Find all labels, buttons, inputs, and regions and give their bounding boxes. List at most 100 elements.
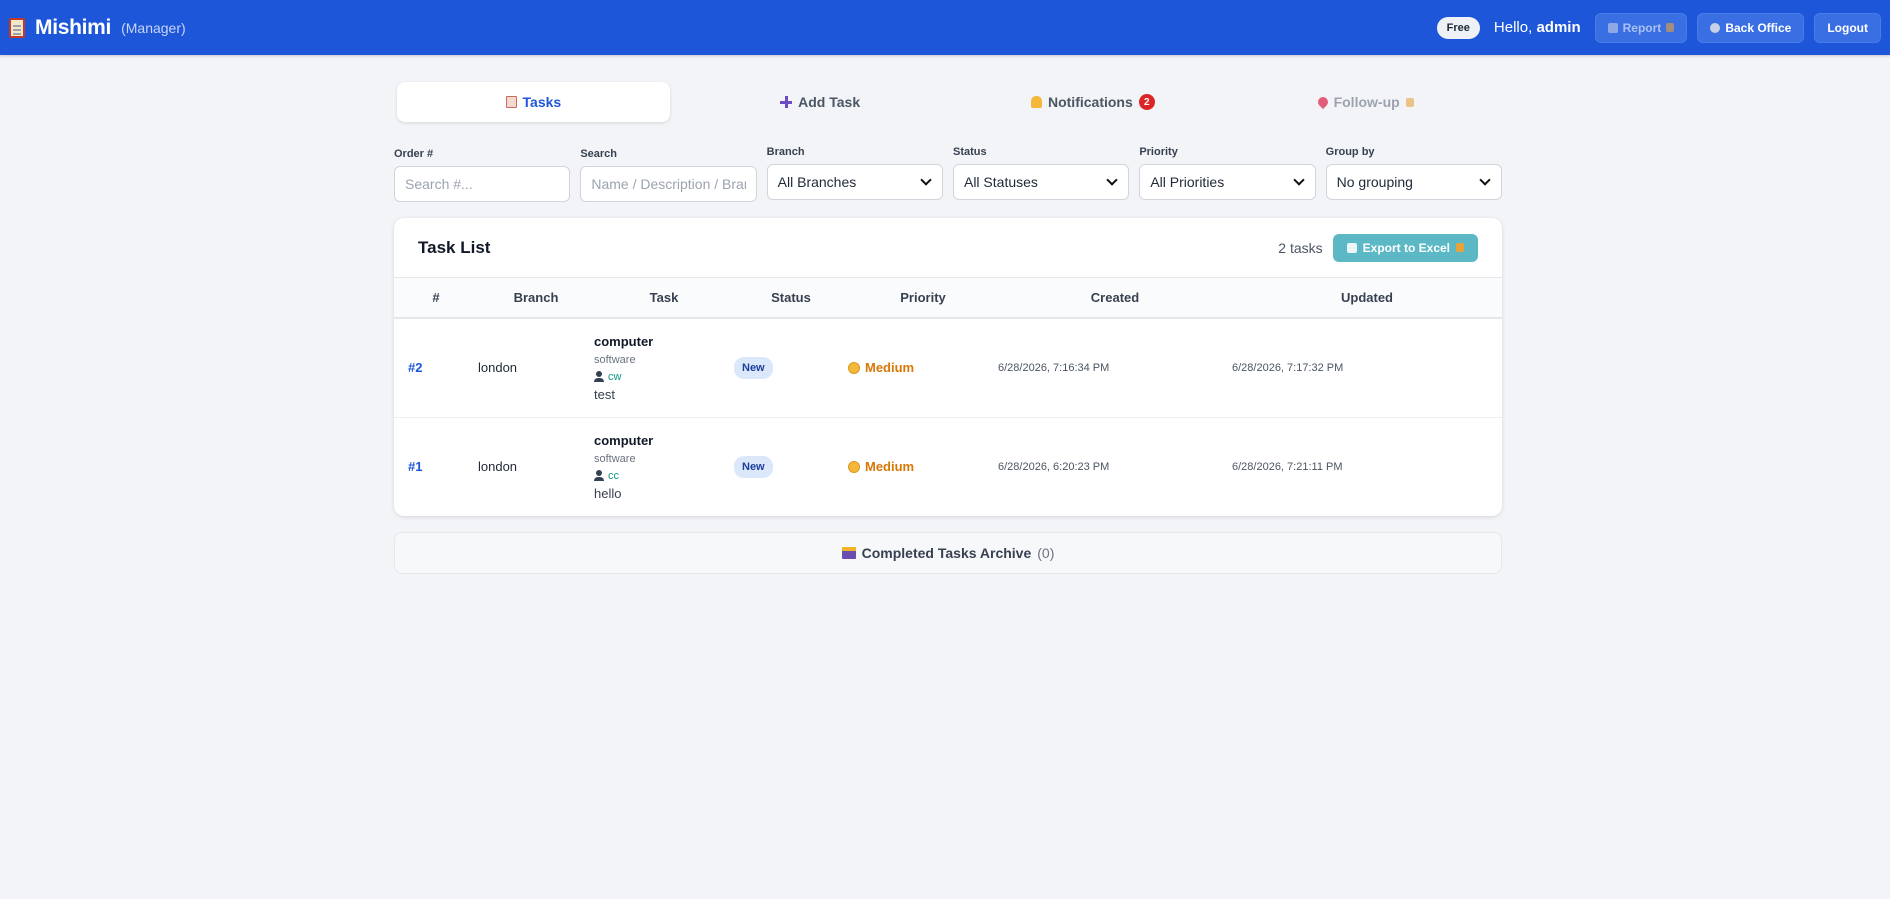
back-office-button[interactable]: Back Office [1697,12,1805,43]
user-icon [594,371,604,383]
column-header-status[interactable]: Status [734,278,848,319]
group-select-value: No grouping [1336,174,1413,190]
column-header-branch[interactable]: Branch [478,278,594,319]
assignee-name: cw [608,370,622,383]
main-content: Tasks Add Task Notifications 2 Follow-up… [394,55,1502,574]
greeting: Hello, admin [1494,19,1581,36]
column-header-task[interactable]: Task [594,278,734,319]
task-assignee: cc [594,470,734,482]
tab-label: Notifications [1047,94,1133,110]
export-excel-button[interactable]: Export to Excel [1332,233,1478,262]
task-list-title: Task List [418,237,491,257]
user-icon [594,470,604,482]
status-select-value: All Statuses [963,174,1038,190]
tab-tasks[interactable]: Tasks [397,82,670,122]
task-name: computer [594,432,654,448]
filter-bar: Order # Search Branch All Branches Statu… [394,146,1502,202]
chevron-down-icon [920,174,932,186]
task-note: hello [594,485,622,501]
order-link[interactable]: #1 [408,459,422,474]
task-list-tools: 2 tasks Export to Excel [1278,233,1478,262]
medium-priority-icon [848,460,860,473]
updated-cell: 6/28/2026, 7:17:32 PM [1232,361,1344,374]
assignee-name: cc [608,469,619,482]
column-header-created[interactable]: Created [998,278,1232,319]
table-row[interactable]: #1 london computer software cc hello New [394,417,1502,516]
group-select[interactable]: No grouping [1325,164,1502,200]
task-list-header: Task List 2 tasks Export to Excel [394,218,1502,278]
task-category: software [594,452,636,465]
brand: Mishimi (Manager) [9,16,186,40]
task-cell: computer software cc hello [594,417,734,516]
priority-filter-label: Priority [1139,146,1178,158]
memo-icon [505,96,517,108]
branch-cell: london [478,459,518,475]
status-filter-label: Status [952,146,987,158]
search-input[interactable] [580,166,757,202]
report-button[interactable]: Report [1594,12,1688,43]
clipboard-icon [9,17,25,38]
status-filter: Status All Statuses [952,146,1130,202]
priority-text: Medium [865,360,915,376]
report-label: Report [1622,20,1662,35]
task-category: software [594,353,636,366]
tab-add-task[interactable]: Add Task [684,82,957,122]
back-office-label: Back Office [1725,20,1792,35]
completed-archive-toggle[interactable]: Completed Tasks Archive (0) [394,532,1502,574]
tab-bar: Tasks Add Task Notifications 2 Follow-up [394,82,1502,122]
order-search-input[interactable] [394,166,571,202]
export-label: Export to Excel [1362,240,1450,255]
lock-icon [1456,243,1464,252]
app-name: Mishimi [35,15,112,39]
lock-icon [1666,23,1675,32]
status-select[interactable]: All Statuses [952,164,1130,200]
task-note: test [594,386,615,402]
greeting-prefix: Hello, [1493,19,1533,36]
column-header-priority[interactable]: Priority [848,278,998,319]
group-filter: Group by No grouping [1325,146,1502,202]
order-filter: Order # [394,148,571,202]
logout-label: Logout [1827,20,1868,35]
search-filter-label: Search [580,148,618,160]
priority-select-value: All Priorities [1150,174,1225,190]
table-header-row: # Branch Task Status Priority Created Up… [394,278,1502,319]
column-header-id[interactable]: # [394,278,478,319]
search-filter: Search [580,148,757,202]
order-link[interactable]: #2 [408,360,422,375]
archive-label: Completed Tasks Archive [861,545,1032,561]
branch-filter: Branch All Branches [766,146,943,202]
logout-button[interactable]: Logout [1814,12,1881,43]
task-assignee: cw [594,371,734,383]
chevron-down-icon [1479,174,1491,186]
status-badge: New [734,356,773,379]
tab-label: Tasks [522,94,562,110]
task-list-card: Task List 2 tasks Export to Excel # Bran… [394,218,1502,516]
tab-notifications[interactable]: Notifications 2 [957,82,1230,122]
bell-icon [1030,96,1042,108]
tab-label: Follow-up [1333,94,1400,110]
priority-select[interactable]: All Priorities [1139,164,1316,200]
plus-icon [780,96,793,108]
notification-count-badge: 2 [1138,94,1155,110]
priority-label: Medium [848,360,998,375]
bar-chart-icon [1607,22,1618,33]
chevron-down-icon [1106,174,1118,186]
priority-label: Medium [848,459,998,474]
archive-box-icon [841,547,856,559]
priority-filter: Priority All Priorities [1139,146,1316,202]
task-name: computer [594,333,654,349]
branch-select[interactable]: All Branches [766,164,943,200]
created-cell: 6/28/2026, 7:16:34 PM [998,361,1110,374]
table-row[interactable]: #2 london computer software cw test New [394,318,1502,417]
medium-priority-icon [848,361,860,374]
gear-icon [1710,22,1721,33]
order-filter-label: Order # [394,148,434,160]
group-filter-label: Group by [1325,146,1375,158]
column-header-updated[interactable]: Updated [1232,278,1502,319]
top-right-actions: Free Hello, admin Report Back Office Log… [1436,12,1881,43]
tab-follow-up[interactable]: Follow-up [1229,82,1502,122]
lock-icon [1405,97,1414,107]
branch-select-value: All Branches [777,174,857,190]
chevron-down-icon [1292,174,1305,186]
pushpin-icon [1315,94,1330,110]
